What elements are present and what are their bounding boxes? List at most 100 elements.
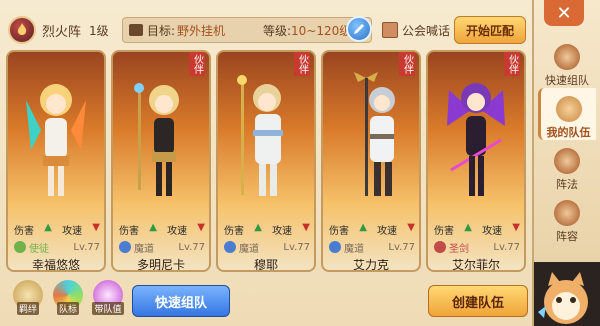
team-flag-button[interactable]: 队标 xyxy=(50,280,86,316)
top-bar: 烈火阵 1级 目标: 野外挂机 等级:10~120级 公会喊话 开始匹配 xyxy=(4,14,530,46)
class-row: 使徒 Lv.77 xyxy=(14,240,100,255)
sidebar-item-label: 我的队伍 xyxy=(546,126,591,139)
member-card[interactable]: 伙伴 伤害 ▲ 攻速 ▼ 圣剑 Lv.77 艾尔菲尔 xyxy=(426,50,526,272)
sidebar-item-label: 阵法 xyxy=(556,178,578,191)
class-name: 使徒 xyxy=(29,243,49,255)
lead-value-label: 带队值 xyxy=(92,302,124,315)
sidebar-item-label: 阵容 xyxy=(556,230,578,243)
class-row: 魔道 Lv.77 xyxy=(224,240,310,255)
lead-value-button[interactable]: 带队值 xyxy=(90,280,126,316)
class-name: 圣剑 xyxy=(449,243,469,255)
class-icon xyxy=(14,241,26,253)
member-card[interactable]: 伙伴 伤害 ▲ 攻速 ▼ 魔道 Lv.77 多明尼卡 xyxy=(111,50,211,272)
arrow-up-icon: ▲ xyxy=(149,222,157,233)
arrow-up-icon: ▲ xyxy=(44,222,52,233)
role-left: 伤害 xyxy=(224,226,244,237)
hero-portrait xyxy=(26,84,86,196)
bond-label: 羁绊 xyxy=(16,302,39,315)
role-right: 攻速 xyxy=(167,226,188,237)
sidebar-item-my-team[interactable]: 我的队伍 xyxy=(538,88,596,140)
hero-level: Lv.77 xyxy=(493,241,520,253)
hero-name: 穆耶 xyxy=(253,258,278,272)
hero-name: 幸福悠悠 xyxy=(31,258,80,272)
arrow-down-icon: ▼ xyxy=(512,222,520,233)
role-row: 伤害 ▲ 攻速 ▼ xyxy=(329,222,415,237)
team-flag-label: 队标 xyxy=(56,302,79,315)
target-value: 野外挂机 xyxy=(177,23,226,38)
guild-shout-checkbox[interactable] xyxy=(382,22,398,38)
level-value: 10~120级 xyxy=(291,23,352,38)
cat-mascot-icon xyxy=(538,272,588,324)
role-left: 伤害 xyxy=(14,226,34,237)
bond-button[interactable]: 羁绊 xyxy=(10,280,46,316)
sidebar-item-quick-team[interactable]: 快速组队 xyxy=(538,36,596,88)
close-button[interactable]: ✕ xyxy=(544,0,584,26)
pencil-icon xyxy=(354,24,364,34)
class-icon xyxy=(434,241,446,253)
role-left: 伤害 xyxy=(434,226,454,237)
sidebar-item-label: 快速组队 xyxy=(545,74,589,87)
arrow-down-icon: ▼ xyxy=(197,222,205,233)
arrow-up-icon: ▲ xyxy=(359,222,367,233)
quick-team-button[interactable]: 快速组队 xyxy=(132,285,230,317)
class-row: 圣剑 Lv.77 xyxy=(434,240,520,255)
hero-name: 艾力克 xyxy=(352,258,389,272)
member-cards: 伤害 ▲ 攻速 ▼ 使徒 Lv.77 幸福悠悠 伙伴 伤害 ▲ 攻速 ▼ 魔道 xyxy=(6,50,528,274)
target-label: 目标: xyxy=(147,23,176,38)
hero-portrait xyxy=(447,83,505,196)
hero-portrait xyxy=(354,72,395,196)
class-icon xyxy=(119,241,131,253)
role-right: 攻速 xyxy=(272,226,293,237)
hero-level: Lv.77 xyxy=(178,241,205,253)
class-icon xyxy=(224,241,236,253)
role-right: 攻速 xyxy=(377,226,398,237)
formation-info[interactable]: 烈火阵 1级 xyxy=(8,14,118,46)
level-label: 等级: xyxy=(263,23,292,38)
hero-level: Lv.77 xyxy=(388,241,415,253)
class-name: 魔道 xyxy=(344,243,364,255)
sidebar-item-lineup[interactable]: 阵容 xyxy=(538,192,596,244)
arrow-down-icon: ▼ xyxy=(302,222,310,233)
class-name: 魔道 xyxy=(239,243,259,255)
guild-shout-label: 公会喊话 xyxy=(402,24,451,38)
role-right: 攻速 xyxy=(62,226,83,237)
member-card[interactable]: 伙伴 伤害 ▲ 攻速 ▼ 魔道 Lv.77 穆耶 xyxy=(216,50,316,272)
member-card[interactable]: 伙伴 伤害 ▲ 攻速 ▼ 魔道 Lv.77 艾力克 xyxy=(321,50,421,272)
class-name: 魔道 xyxy=(134,243,154,255)
my-team-icon xyxy=(555,96,582,122)
formation-icon xyxy=(554,148,580,174)
arrow-down-icon: ▼ xyxy=(407,222,415,233)
member-card[interactable]: 伤害 ▲ 攻速 ▼ 使徒 Lv.77 幸福悠悠 xyxy=(6,50,106,272)
target-box[interactable]: 目标: 野外挂机 等级:10~120级 xyxy=(122,17,372,43)
class-row: 魔道 Lv.77 xyxy=(329,240,415,255)
hero-portrait xyxy=(134,83,179,196)
hero-portrait xyxy=(237,75,283,196)
arrow-up-icon: ▲ xyxy=(464,222,472,233)
fire-formation-icon xyxy=(8,16,36,44)
quick-team-icon xyxy=(554,44,580,70)
formation-level: 1级 xyxy=(89,23,109,38)
class-row: 魔道 Lv.77 xyxy=(119,240,205,255)
hero-level: Lv.77 xyxy=(73,241,100,253)
sidebar-item-formation[interactable]: 阵法 xyxy=(538,140,596,192)
start-match-button[interactable]: 开始匹配 xyxy=(454,16,526,44)
hero-level: Lv.77 xyxy=(283,241,310,253)
role-left: 伤害 xyxy=(119,226,139,237)
role-row: 伤害 ▲ 攻速 ▼ xyxy=(434,222,520,237)
formation-name: 烈火阵 xyxy=(42,24,82,40)
role-row: 伤害 ▲ 攻速 ▼ xyxy=(14,222,100,237)
book-icon xyxy=(129,24,143,36)
hero-name: 多明尼卡 xyxy=(136,258,185,272)
lineup-icon xyxy=(554,200,580,226)
create-team-button[interactable]: 创建队伍 xyxy=(428,285,528,317)
edit-target-button[interactable] xyxy=(346,16,372,42)
arrow-up-icon: ▲ xyxy=(254,222,262,233)
role-left: 伤害 xyxy=(329,226,349,237)
arrow-down-icon: ▼ xyxy=(92,222,100,233)
class-icon xyxy=(329,241,341,253)
role-row: 伤害 ▲ 攻速 ▼ xyxy=(119,222,205,237)
level-range: 等级:10~120级 xyxy=(263,22,351,39)
role-right: 攻速 xyxy=(482,226,503,237)
hero-name: 艾尔菲尔 xyxy=(451,258,500,272)
role-row: 伤害 ▲ 攻速 ▼ xyxy=(224,222,310,237)
